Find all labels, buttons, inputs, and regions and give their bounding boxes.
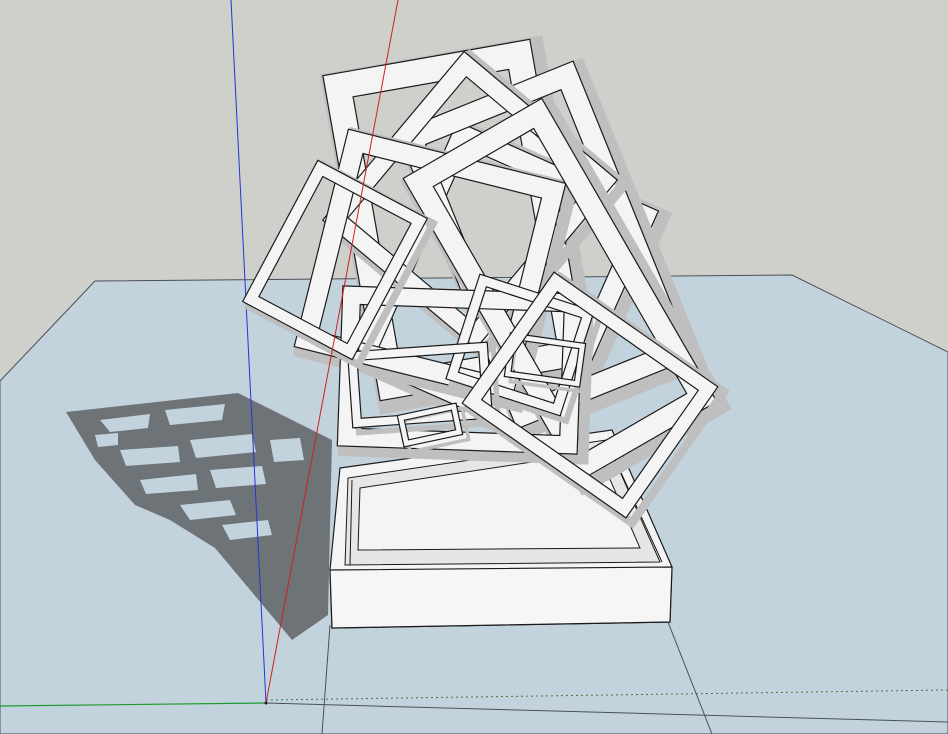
axes-origin [264, 701, 268, 705]
sketchup-3d-viewport[interactable] [0, 0, 948, 734]
scene-canvas[interactable] [0, 0, 948, 734]
